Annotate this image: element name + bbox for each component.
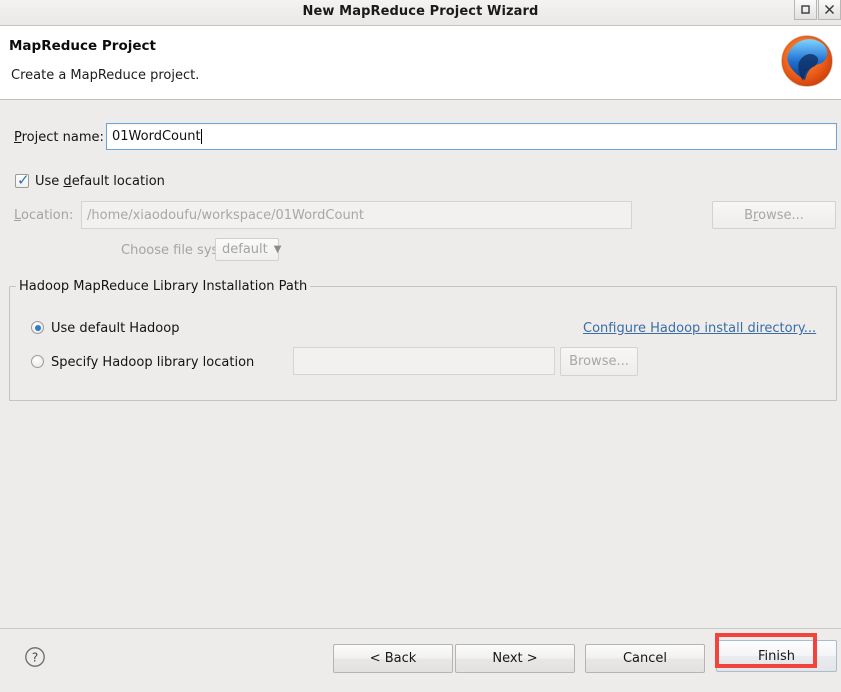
close-icon [824,4,835,15]
maximize-button[interactable] [794,0,817,20]
radio-selected-dot [34,324,41,331]
wizard-header: MapReduce Project Create a MapReduce pro… [0,26,841,100]
use-default-location-label[interactable]: Use default location [35,174,165,189]
help-button[interactable]: ? [24,646,46,668]
location-browse-button[interactable]: Browse... [712,201,836,229]
maximize-icon [801,5,810,14]
location-browse-label: Browse... [744,207,804,223]
window-title: New MapReduce Project Wizard [302,4,539,19]
hadoop-library-group [9,286,837,401]
chevron-down-icon: ▼ [273,244,282,255]
hadoop-elephant-logo-icon [777,32,837,90]
window-controls [793,0,841,22]
location-label: Location: [14,208,74,223]
svg-text:?: ? [32,651,38,665]
page-title: MapReduce Project [9,38,156,54]
location-value: /home/xiaodoufu/workspace/01WordCount [87,207,365,223]
use-default-location-checkbox[interactable]: ✓ [15,171,30,189]
back-button[interactable]: < Back [333,644,453,673]
question-mark-icon: ? [25,647,45,667]
project-name-label: Project name: [14,130,104,145]
hadoop-library-path-input[interactable] [293,347,555,375]
wizard-body: Project name: 01WordCount ✓ Use default … [0,100,841,628]
configure-hadoop-install-directory-link[interactable]: Configure Hadoop install directory... [583,321,816,336]
use-default-hadoop-radio[interactable] [31,321,44,334]
project-name-value: 01WordCount [112,129,201,144]
cancel-button[interactable]: Cancel [585,644,705,673]
hadoop-library-group-title: Hadoop MapReduce Library Installation Pa… [16,279,311,294]
finish-button[interactable]: Finish [716,640,837,672]
page-description: Create a MapReduce project. [11,68,200,83]
project-name-input[interactable]: 01WordCount [106,123,837,150]
specify-hadoop-library-radio[interactable] [31,355,44,368]
new-mapreduce-project-wizard-dialog: New MapReduce Project Wizard MapReduce P… [0,0,841,692]
text-caret [200,129,202,144]
file-system-value: default [222,242,268,257]
file-system-select[interactable]: default ▼ [215,238,282,261]
close-button[interactable] [818,0,841,20]
location-input[interactable]: /home/xiaodoufu/workspace/01WordCount [81,201,632,229]
next-button[interactable]: Next > [455,644,575,673]
hadoop-library-browse-button[interactable]: Browse... [560,347,638,376]
use-default-hadoop-label[interactable]: Use default Hadoop [51,321,179,336]
checkmark-icon: ✓ [17,171,30,189]
specify-hadoop-library-label[interactable]: Specify Hadoop library location [51,355,254,370]
title-bar: New MapReduce Project Wizard [0,0,841,26]
